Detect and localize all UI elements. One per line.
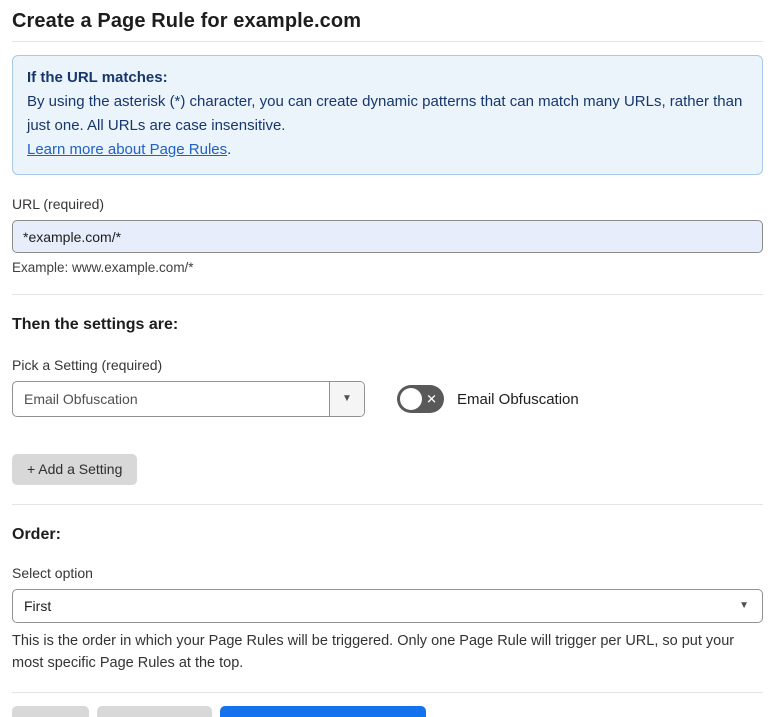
order-select-label: Select option (12, 565, 93, 581)
title-divider (12, 41, 763, 42)
save-deploy-button[interactable]: Save and Deploy Page Rule (219, 706, 426, 717)
section-divider-2 (12, 504, 763, 505)
info-box-heading: If the URL matches: (27, 69, 168, 86)
toggle-knob (400, 388, 422, 410)
url-input[interactable] (12, 220, 763, 253)
chevron-down-icon: ▼ (342, 393, 352, 404)
footer-divider (12, 692, 763, 693)
footer-actions: Cancel Save as Draft Save and Deploy Pag… (12, 706, 763, 717)
toggle-off-x-icon: ✕ (426, 391, 437, 407)
settings-section-heading: Then the settings are: (12, 316, 179, 333)
info-box-body: By using the asterisk (*) character, you… (27, 93, 743, 134)
add-setting-button[interactable]: + Add a Setting (12, 454, 138, 485)
cancel-button[interactable]: Cancel (12, 706, 89, 717)
link-suffix: . (227, 141, 232, 158)
setting-select-arrow-button[interactable]: ▼ (329, 382, 364, 416)
order-select[interactable]: First ▼ (12, 589, 763, 623)
setting-row: Email Obfuscation ▼ ✕ Email Obfuscation (12, 381, 763, 417)
url-example-helper: Example: www.example.com/* (12, 260, 194, 275)
order-select-value: First (24, 598, 52, 614)
pick-setting-label: Pick a Setting (required) (12, 357, 163, 373)
chevron-down-icon: ▼ (739, 600, 749, 611)
learn-more-link[interactable]: Learn more about Page Rules (27, 141, 227, 158)
info-box-link-line: Learn more about Page Rules. (27, 138, 748, 162)
email-obfuscation-toggle-group: ✕ Email Obfuscation (397, 385, 579, 413)
setting-select[interactable]: Email Obfuscation ▼ (12, 381, 365, 417)
email-obfuscation-toggle[interactable]: ✕ (397, 385, 444, 413)
create-page-rule-form: Create a Page Rule for example.com If th… (0, 0, 775, 717)
url-field-label: URL (required) (12, 196, 105, 212)
order-section-heading: Order: (12, 526, 61, 543)
order-helper-text: This is the order in which your Page Rul… (12, 633, 735, 671)
toggle-label: Email Obfuscation (457, 390, 579, 408)
url-match-info-box: If the URL matches: By using the asteris… (12, 55, 763, 175)
save-draft-button[interactable]: Save as Draft (97, 706, 212, 717)
page-title: Create a Page Rule for example.com (12, 10, 362, 32)
section-divider-1 (12, 294, 763, 295)
setting-select-value: Email Obfuscation (24, 391, 138, 407)
